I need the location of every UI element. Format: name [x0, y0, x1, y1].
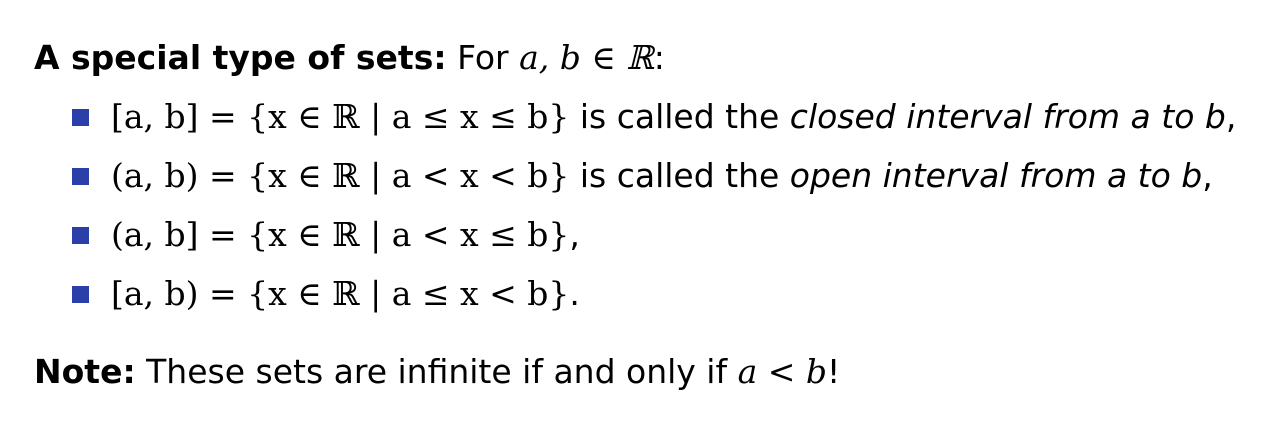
- interval-definition: (a, b) = {x ∈ ℝ | a < x < b}: [111, 156, 570, 195]
- bullet-square-icon: [72, 167, 89, 185]
- note-text: These sets are infinite if and only if: [135, 352, 738, 391]
- item-description: is called the: [569, 156, 790, 195]
- heading-colon: :: [653, 38, 665, 77]
- list-item-text: (a, b] = {x ∈ ℝ | a < x ≤ b},: [111, 215, 580, 255]
- list-item: [a, b] = {x ∈ ℝ | a ≤ x ≤ b} is called t…: [72, 97, 1236, 137]
- interval-definition: [a, b) = {x ∈ ℝ | a ≤ x < b}: [111, 274, 570, 313]
- list-item-text: (a, b) = {x ∈ ℝ | a < x < b} is called t…: [111, 156, 1213, 196]
- heading-label: A special type of sets:: [34, 38, 447, 77]
- list-item-text: [a, b) = {x ∈ ℝ | a ≤ x < b}.: [111, 274, 580, 314]
- heading-line: A special type of sets: For a, b ∈ ℝ:: [34, 38, 665, 78]
- note-label: Note:: [34, 352, 136, 391]
- interval-definition: (a, b] = {x ∈ ℝ | a < x ≤ b}: [111, 215, 570, 254]
- item-description: is called the: [569, 97, 790, 136]
- interval-definition: [a, b] = {x ∈ ℝ | a ≤ x ≤ b}: [111, 97, 570, 136]
- item-punctuation: ,: [1225, 97, 1237, 136]
- item-punctuation: ,: [1202, 156, 1213, 195]
- list-item-text: [a, b] = {x ∈ ℝ | a ≤ x ≤ b} is called t…: [111, 97, 1236, 137]
- bullet-square-icon: [72, 285, 89, 303]
- list-item: (a, b] = {x ∈ ℝ | a < x ≤ b},: [72, 215, 580, 255]
- list-item: (a, b) = {x ∈ ℝ | a < x < b} is called t…: [72, 156, 1213, 196]
- bullet-square-icon: [72, 108, 89, 126]
- interval-name: open interval from a to b: [789, 156, 1203, 195]
- heading-text: For: [457, 38, 520, 77]
- note-line: Note: These sets are infinite if and onl…: [34, 352, 840, 392]
- bullet-square-icon: [72, 226, 89, 244]
- heading-math: a, b ∈ ℝ: [519, 38, 654, 77]
- interval-name: closed interval from a to b: [789, 97, 1226, 136]
- item-punctuation: .: [569, 274, 580, 313]
- item-punctuation: ,: [569, 215, 580, 254]
- note-math: a < b: [737, 352, 828, 391]
- slide: A special type of sets: For a, b ∈ ℝ: [a…: [0, 0, 1281, 443]
- note-punctuation: !: [827, 352, 841, 391]
- list-item: [a, b) = {x ∈ ℝ | a ≤ x < b}.: [72, 274, 580, 314]
